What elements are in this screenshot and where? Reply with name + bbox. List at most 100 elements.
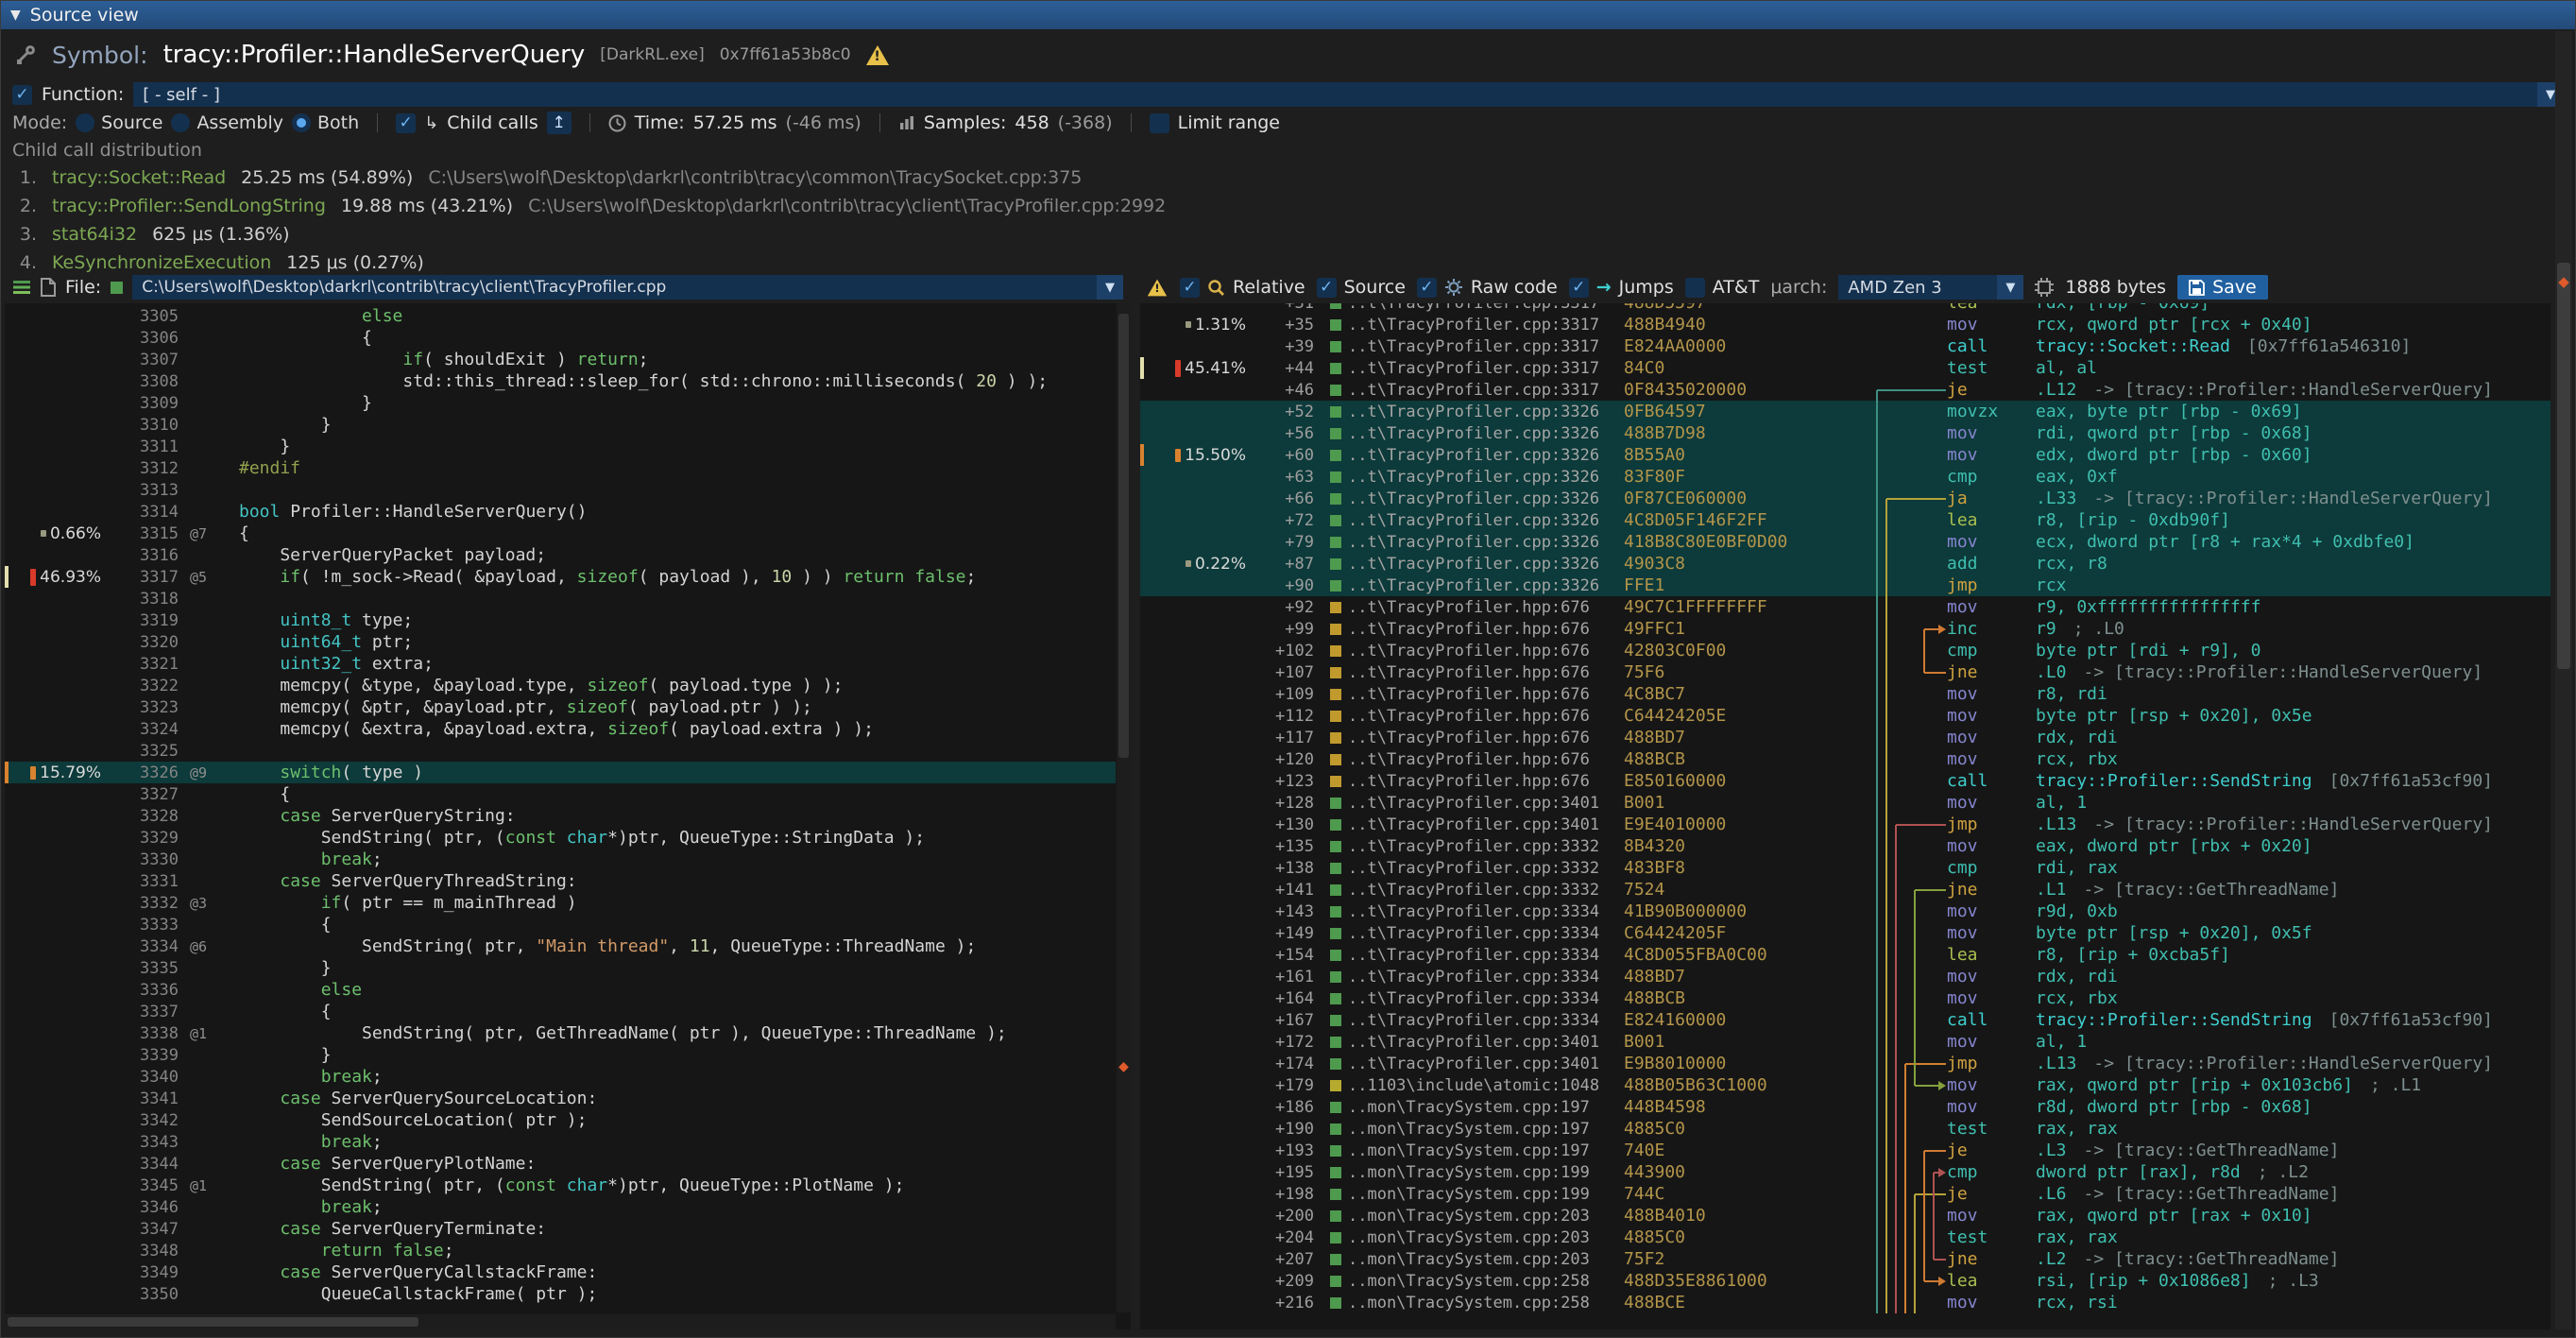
asm-row[interactable]: +117..t\TracyProfiler.hpp:676488BD7movrd… (1140, 727, 2550, 748)
collapse-icon[interactable]: ▼ (10, 8, 21, 23)
source-line[interactable]: 3339 } (5, 1044, 1116, 1066)
asm-row[interactable]: 45.41%+44..t\TracyProfiler.cpp:331784C0t… (1140, 357, 2550, 379)
source-line[interactable]: 3345@1 SendString( ptr, (const char*)ptr… (5, 1175, 1116, 1196)
asm-source-location[interactable]: ..t\TracyProfiler.cpp:3317 (1348, 359, 1624, 378)
asm-source-location[interactable]: ..1103\include\atomic:1048 (1348, 1076, 1624, 1095)
asm-source-location[interactable]: ..t\TracyProfiler.cpp:3326 (1348, 511, 1624, 530)
function-combo[interactable]: [ - self - ] ▼ (133, 82, 2564, 107)
source-line[interactable]: 3346 break; (5, 1196, 1116, 1218)
source-line[interactable]: 3307 if( shouldExit ) return; (5, 349, 1116, 370)
asm-source-location[interactable]: ..t\TracyProfiler.cpp:3334 (1348, 946, 1624, 965)
source-line[interactable]: 3337 { (5, 1001, 1116, 1022)
source-line[interactable]: 15.79%3326@9 switch( type ) (5, 762, 1116, 783)
child-calls-checkbox[interactable]: ✓ (396, 113, 416, 133)
asm-source-location[interactable]: ..t\TracyProfiler.cpp:3401 (1348, 815, 1624, 834)
uarch-combo[interactable]: AMD Zen 3 ▼ (1838, 275, 2023, 300)
asm-row[interactable]: +66..t\TracyProfiler.cpp:33260F87CE06000… (1140, 488, 2550, 509)
asm-source-location[interactable]: ..t\TracyProfiler.cpp:3326 (1348, 403, 1624, 421)
source-line[interactable]: 3322 memcpy( &type, &payload.type, sizeo… (5, 675, 1116, 696)
window-vertical-scrollbar[interactable]: ◆ (2555, 31, 2572, 1329)
source-line[interactable]: 3314bool Profiler::HandleServerQuery() (5, 501, 1116, 523)
asm-row[interactable]: +216..mon\TracySystem.cpp:258488BCEmovrc… (1140, 1292, 2550, 1313)
asm-source-location[interactable]: ..mon\TracySystem.cpp:203 (1348, 1207, 1624, 1226)
asm-source-location[interactable]: ..t\TracyProfiler.cpp:3401 (1348, 794, 1624, 813)
asm-row[interactable]: 1.31%+35..t\TracyProfiler.cpp:3317488B49… (1140, 314, 2550, 335)
asm-source-location[interactable]: ..mon\TracySystem.cpp:199 (1348, 1185, 1624, 1204)
asm-row[interactable]: +90..t\TracyProfiler.cpp:3326FFE1jmprcx (1140, 575, 2550, 596)
source-line[interactable]: 3320 uint64_t ptr; (5, 631, 1116, 653)
propagate-inlines-button[interactable]: ↥ (547, 112, 571, 134)
asm-source-location[interactable]: ..t\TracyProfiler.cpp:3334 (1348, 902, 1624, 921)
source-line[interactable]: 3347 case ServerQueryTerminate: (5, 1218, 1116, 1240)
asm-row[interactable]: +186..mon\TracySystem.cpp:197448B4598mov… (1140, 1096, 2550, 1118)
source-line[interactable]: 3313 (5, 479, 1116, 501)
asm-row[interactable]: 15.50%+60..t\TracyProfiler.cpp:33268B55A… (1140, 444, 2550, 466)
relative-checkbox[interactable]: ✓ (1180, 278, 1200, 298)
raw-code-toggle[interactable]: ✓ Raw code (1417, 277, 1558, 298)
asm-row[interactable]: +193..mon\TracySystem.cpp:197740Eje.L3->… (1140, 1140, 2550, 1161)
limit-range-checkbox[interactable] (1150, 113, 1169, 133)
child-call-name[interactable]: KeSynchronizeExecution (52, 252, 271, 273)
source-line[interactable]: 3310 } (5, 414, 1116, 436)
source-line[interactable]: 3340 break; (5, 1066, 1116, 1088)
source-line[interactable]: 3321 uint32_t extra; (5, 653, 1116, 675)
source-line[interactable]: 3338@1 SendString( ptr, GetThreadName( p… (5, 1022, 1116, 1044)
asm-row[interactable]: +120..t\TracyProfiler.hpp:676488BCBmovrc… (1140, 748, 2550, 770)
child-call-name[interactable]: tracy::Socket::Read (52, 167, 226, 188)
source-checkbox[interactable]: ✓ (1317, 278, 1337, 298)
child-call-row[interactable]: 4.KeSynchronizeExecution125 μs (0.27%) (12, 249, 2564, 273)
source-line[interactable]: 3316 ServerQueryPacket payload; (5, 544, 1116, 566)
source-horizontal-scrollbar[interactable] (5, 1314, 1116, 1329)
asm-row[interactable]: +79..t\TracyProfiler.cpp:3326418B8C80E0B… (1140, 531, 2550, 553)
asm-source-location[interactable]: ..t\TracyProfiler.cpp:3326 (1348, 424, 1624, 443)
source-line[interactable]: 3331 case ServerQueryThreadString: (5, 870, 1116, 892)
asm-row[interactable]: +200..mon\TracySystem.cpp:203488B4010mov… (1140, 1205, 2550, 1226)
asm-source-location[interactable]: ..t\TracyProfiler.cpp:3317 (1348, 303, 1624, 313)
asm-source-location[interactable]: ..t\TracyProfiler.cpp:3326 (1348, 446, 1624, 465)
asm-row[interactable]: +198..mon\TracySystem.cpp:199744Cje.L6->… (1140, 1183, 2550, 1205)
asm-row[interactable]: +107..t\TracyProfiler.hpp:67675F6jne.L0-… (1140, 661, 2550, 683)
asm-row[interactable]: +164..t\TracyProfiler.cpp:3334488BCBmovr… (1140, 987, 2550, 1009)
asm-row[interactable]: +141..t\TracyProfiler.cpp:33327524jne.L1… (1140, 879, 2550, 901)
asm-source-location[interactable]: ..mon\TracySystem.cpp:197 (1348, 1141, 1624, 1160)
asm-row[interactable]: +112..t\TracyProfiler.hpp:676C64424205Em… (1140, 705, 2550, 727)
asm-row[interactable]: +143..t\TracyProfiler.cpp:333441B90B0000… (1140, 901, 2550, 922)
source-line[interactable]: 3344 case ServerQueryPlotName: (5, 1153, 1116, 1175)
source-line[interactable]: 0.66%3315@7{ (5, 523, 1116, 544)
asm-source-location[interactable]: ..t\TracyProfiler.cpp:3332 (1348, 881, 1624, 900)
asm-source-location[interactable]: ..mon\TracySystem.cpp:258 (1348, 1272, 1624, 1291)
asm-source-location[interactable]: ..mon\TracySystem.cpp:199 (1348, 1163, 1624, 1182)
radio-assembly[interactable]: Assembly (171, 112, 283, 133)
asm-row[interactable]: +63..t\TracyProfiler.cpp:332683F80Fcmpea… (1140, 466, 2550, 488)
asm-source-location[interactable]: ..t\TracyProfiler.hpp:676 (1348, 750, 1624, 769)
source-line[interactable]: 3318 (5, 588, 1116, 609)
source-line[interactable]: 3350 QueueCallstackFrame( ptr ); (5, 1283, 1116, 1305)
asm-source-location[interactable]: ..t\TracyProfiler.hpp:676 (1348, 598, 1624, 617)
asm-row[interactable]: +174..t\TracyProfiler.cpp:3401E9B8010000… (1140, 1053, 2550, 1074)
jumps-checkbox[interactable]: ✓ (1569, 278, 1589, 298)
chevron-down-icon[interactable]: ▼ (1997, 275, 2023, 300)
asm-row[interactable]: +31..t\TracyProfiler.cpp:3317488D5597lea… (1140, 303, 2550, 314)
source-line[interactable]: 3335 } (5, 957, 1116, 979)
child-call-row[interactable]: 2.tracy::Profiler::SendLongString19.88 m… (12, 192, 2564, 220)
att-toggle[interactable]: AT&T (1685, 277, 1760, 298)
source-line[interactable]: 3333 { (5, 914, 1116, 935)
asm-source-location[interactable]: ..mon\TracySystem.cpp:197 (1348, 1120, 1624, 1139)
source-line[interactable]: 3311 } (5, 436, 1116, 457)
asm-source-location[interactable]: ..t\TracyProfiler.cpp:3317 (1348, 337, 1624, 356)
asm-source-location[interactable]: ..t\TracyProfiler.cpp:3326 (1348, 468, 1624, 487)
asm-row[interactable]: +172..t\TracyProfiler.cpp:3401B001moval,… (1140, 1031, 2550, 1053)
att-checkbox[interactable] (1685, 278, 1705, 298)
source-line[interactable]: 3332@3 if( ptr == m_mainThread ) (5, 892, 1116, 914)
asm-row[interactable]: +109..t\TracyProfiler.hpp:6764C8BC7movr8… (1140, 683, 2550, 705)
radio-both[interactable]: Both (292, 112, 359, 133)
source-line[interactable]: 3343 break; (5, 1131, 1116, 1153)
source-line[interactable]: 3319 uint8_t type; (5, 609, 1116, 631)
asm-source-location[interactable]: ..t\TracyProfiler.cpp:3334 (1348, 968, 1624, 986)
asm-source-location[interactable]: ..t\TracyProfiler.hpp:676 (1348, 620, 1624, 639)
source-line[interactable]: 3306 { (5, 327, 1116, 349)
asm-row[interactable]: +190..mon\TracySystem.cpp:1974885C0testr… (1140, 1118, 2550, 1140)
asm-row[interactable]: +204..mon\TracySystem.cpp:2034885C0testr… (1140, 1226, 2550, 1248)
source-list-icon[interactable] (12, 279, 31, 296)
source-line[interactable]: 3334@6 SendString( ptr, "Main thread", 1… (5, 935, 1116, 957)
